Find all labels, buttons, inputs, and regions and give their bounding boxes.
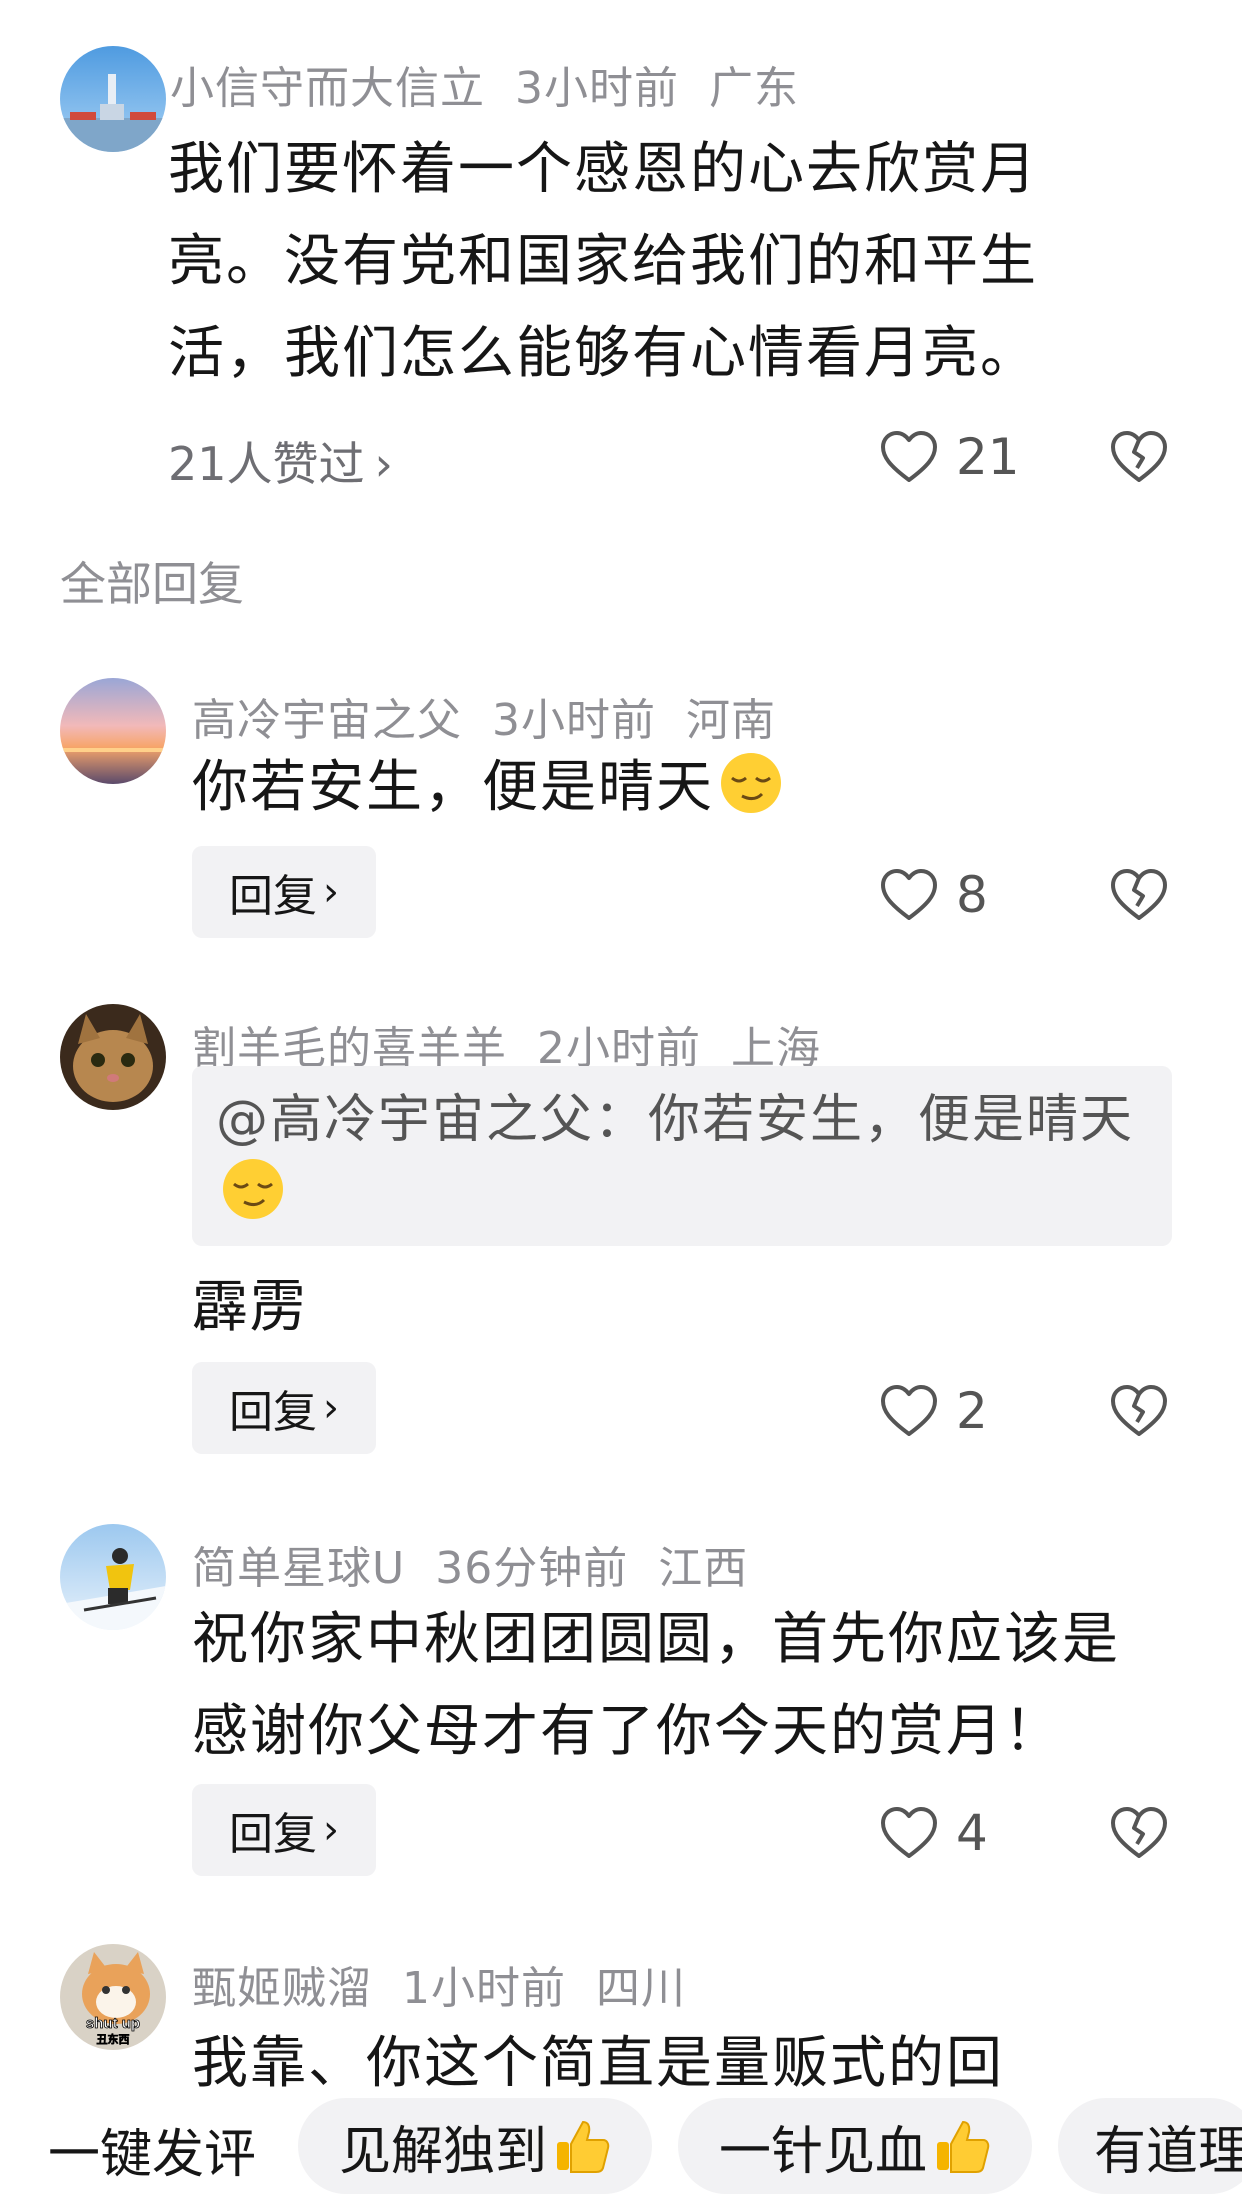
heart-outline-icon [881,1807,937,1858]
like-button[interactable]: 4 [880,1804,988,1862]
likers-label: 21人赞过 [168,437,365,491]
quick-comment-label: 一键发评 [48,2125,257,2185]
quote-text: @高冷宇宙之父：你若安生，便是晴天 [216,1090,1135,1150]
reply-label: 回复 [229,1809,317,1860]
chip-label: 见解独到 [338,2121,547,2182]
reply-label: 回复 [229,871,317,922]
chevron-right-icon: › [323,1807,339,1853]
reply-text: 祝你家中秋团团圆圆，首先你应该是感谢你父母才有了你今天的赏月！ [192,1607,1120,1764]
reply-text: 霹雳 [192,1275,308,1340]
username[interactable]: 简单星球U [192,1543,405,1594]
timestamp: 1小时前 [402,1963,566,2014]
timestamp: 3小时前 [515,63,679,114]
username[interactable]: 小信守而大信立 [170,63,485,114]
chevron-right-icon: › [323,869,339,915]
like-count: 4 [956,1804,988,1862]
timestamp: 3小时前 [492,695,656,746]
username[interactable]: 甄姬贼溜 [192,1963,372,2014]
location: 四川 [596,1963,686,2014]
username[interactable]: 高冷宇宙之父 [192,695,462,746]
broken-heart-icon[interactable] [1110,1806,1168,1860]
broken-heart-icon[interactable] [1110,430,1168,484]
heart-outline-icon [881,431,937,482]
quick-chip-insightful[interactable]: 见解独到 [298,2098,652,2194]
broken-heart-icon[interactable] [1110,868,1168,922]
quick-chip-to-the-point[interactable]: 一针见血 [678,2098,1032,2194]
all-replies-header: 全部回复 [60,557,244,611]
chip-label: 一针见血 [718,2121,927,2182]
chevron-right-icon: › [323,1385,339,1431]
comment-text: 我们要怀着一个感恩的心去欣赏月亮。没有党和国家给我们的和平生活，我们怎么能够有心… [168,137,1038,386]
likers-link[interactable]: 21人赞过 › [168,428,393,494]
heart-outline-icon [881,1385,937,1436]
smirk-emoji-icon [721,753,781,813]
smirk-emoji-icon [223,1159,283,1219]
like-count: 2 [956,1382,988,1440]
avatar-caption: 丑东西 [97,2032,130,2046]
avatar[interactable] [60,678,166,784]
location: 河南 [686,695,776,746]
avatar-caption: shut up [86,2015,140,2032]
like-button[interactable]: 8 [880,866,988,924]
broken-heart-icon[interactable] [1110,1384,1168,1438]
quick-comment-bar: 一键发评 见解独到 一针见血 有道理 [0,2090,1242,2209]
thumbs-up-emoji-icon [557,2120,610,2173]
timestamp: 36分钟前 [435,1543,629,1594]
reply-text: 你若安生，便是晴天 [192,755,714,820]
avatar[interactable] [60,1004,166,1110]
location: 江西 [658,1543,749,1594]
reply-button[interactable]: 回复 › [192,1784,376,1876]
quoted-comment[interactable]: @高冷宇宙之父：你若安生，便是晴天 [192,1066,1172,1246]
quick-chip-makes-sense[interactable]: 有道理 [1058,2098,1242,2194]
reply-button[interactable]: 回复 › [192,846,376,938]
location: 广东 [709,63,799,114]
avatar[interactable]: shut up 丑东西 [60,1944,166,2050]
reply-text-row: 你若安生，便是晴天 [192,742,1142,834]
avatar[interactable] [60,46,166,152]
heart-outline-icon [881,869,937,920]
chevron-right-icon: › [374,437,393,491]
comment-meta: 高冷宇宙之父 3小时前 河南 [192,684,806,748]
reply-label: 回复 [229,1387,317,1438]
like-count: 21 [956,428,1020,486]
like-button[interactable]: 2 [880,1382,988,1440]
like-button[interactable]: 21 [880,428,1020,486]
comment-meta: 小信守而大信立 3小时前 广东 [170,52,829,116]
like-count: 8 [956,866,988,924]
comment-meta: 简单星球U 36分钟前 江西 [192,1532,778,1596]
comment-meta: 甄姬贼溜 1小时前 四川 [192,1952,716,2016]
avatar[interactable] [60,1524,166,1630]
reply-button[interactable]: 回复 › [192,1362,376,1454]
chip-label: 有道理 [1094,2121,1242,2182]
thumbs-up-emoji-icon [937,2120,990,2173]
